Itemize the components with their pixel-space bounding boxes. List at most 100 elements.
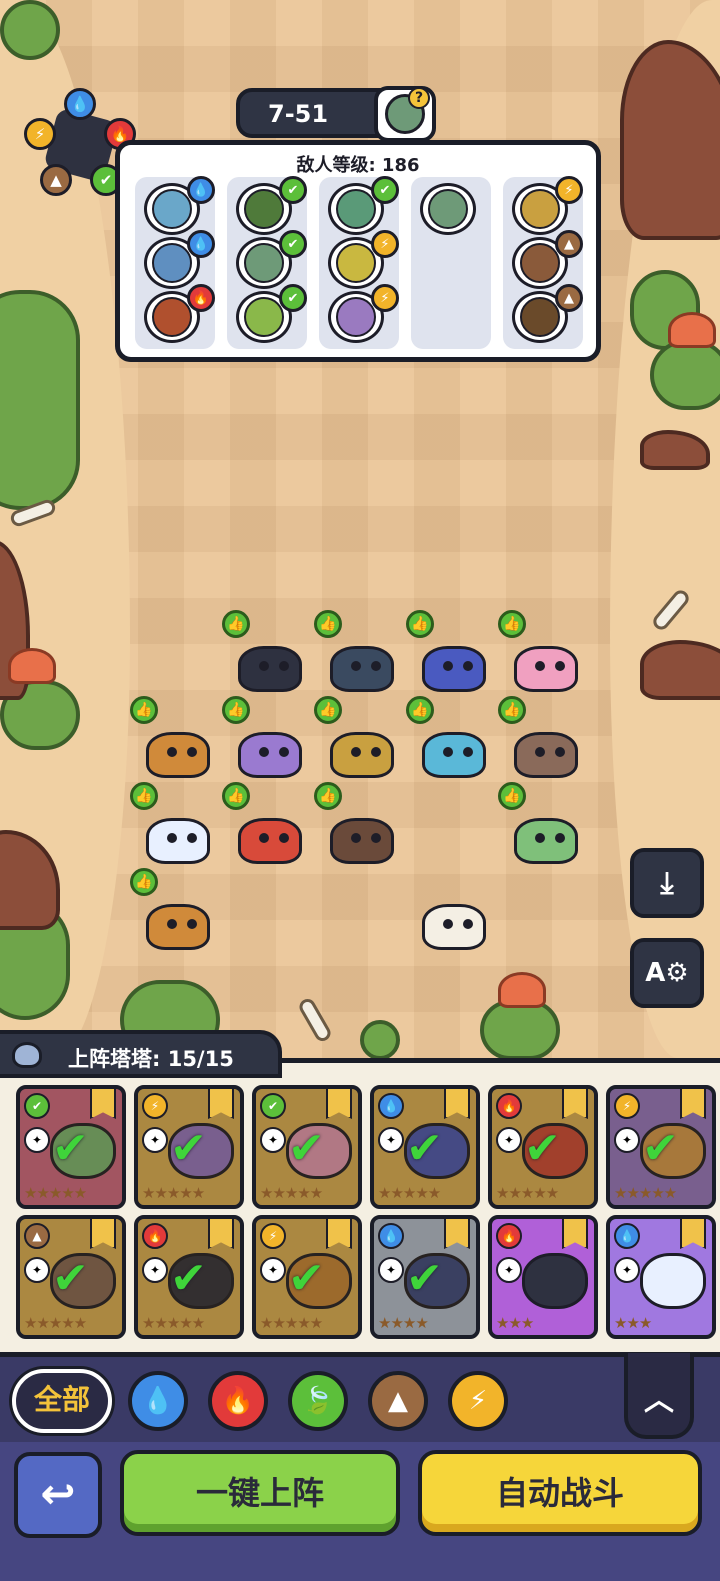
rank-bookmark-icon bbox=[680, 1219, 706, 1249]
deployed-pet[interactable] bbox=[232, 806, 308, 864]
pet-card[interactable]: 🔥 ✦ ★★★★★ ✔ bbox=[488, 1085, 598, 1209]
grass-element-icon: ✔ bbox=[279, 176, 307, 204]
pet-class-icon: ✦ bbox=[142, 1127, 168, 1153]
deployed-pet[interactable] bbox=[324, 720, 400, 778]
deployed-pet[interactable] bbox=[324, 634, 400, 692]
pet-eye bbox=[351, 747, 361, 757]
enemy-portrait[interactable]: 💧 bbox=[144, 176, 215, 235]
auto-battle-button[interactable]: 自动战斗 bbox=[418, 1450, 702, 1536]
deployed-pet[interactable] bbox=[324, 806, 400, 864]
back-button[interactable]: ↩ bbox=[14, 1452, 102, 1538]
zombie-face-icon bbox=[336, 189, 376, 229]
pet-card[interactable]: ▲ ✦ ★★★★★ ✔ bbox=[16, 1215, 126, 1339]
pet-card[interactable]: ✔ ✦ ★★★★★ ✔ bbox=[252, 1085, 362, 1209]
enemy-portrait[interactable]: 🔥 bbox=[144, 284, 215, 343]
pet-class-icon: ✦ bbox=[496, 1127, 522, 1153]
pet-card[interactable]: 🔥 ✦ ★★★ bbox=[488, 1215, 598, 1339]
boss-preview-button[interactable]: ? bbox=[374, 86, 436, 142]
star-rating: ★★★★★ bbox=[614, 1184, 677, 1202]
enemy-column: 💧 💧 🔥 bbox=[135, 176, 215, 349]
rank-bookmark-icon bbox=[444, 1219, 470, 1249]
deployed-pet[interactable] bbox=[508, 720, 584, 778]
rank-bookmark-icon bbox=[562, 1089, 588, 1119]
deployed-pet[interactable] bbox=[232, 720, 308, 778]
pet-card[interactable]: ⚡ ✦ ★★★★★ ✔ bbox=[606, 1085, 716, 1209]
thunder-element-icon: ⚡ bbox=[260, 1223, 286, 1249]
deployed-pet[interactable] bbox=[508, 806, 584, 864]
stage-indicator: 7-51 ? bbox=[236, 86, 436, 142]
enemy-portrait[interactable]: ✔ bbox=[236, 176, 307, 235]
earth-element-icon: ▲ bbox=[555, 284, 583, 312]
enemy-portrait[interactable]: ✔ bbox=[236, 284, 307, 343]
flower-decoration bbox=[668, 312, 716, 348]
deployed-pet[interactable] bbox=[508, 634, 584, 692]
pet-card[interactable]: 🔥 ✦ ★★★★★ ✔ bbox=[134, 1215, 244, 1339]
deployed-pet[interactable] bbox=[140, 720, 216, 778]
fire-element-icon: 🔥 bbox=[187, 284, 215, 312]
deployed-pet[interactable] bbox=[416, 634, 492, 692]
element-filter-bar: 全部 💧 🔥 🍃 ▲ ⚡ ︿ bbox=[0, 1352, 720, 1442]
enemy-portrait[interactable]: ▲ bbox=[512, 284, 583, 343]
pet-eye bbox=[555, 661, 565, 671]
enemy-portrait[interactable]: 💧 bbox=[144, 230, 215, 289]
star-rating: ★★★ bbox=[496, 1314, 534, 1332]
zombie-face-icon bbox=[152, 297, 192, 337]
water-element-icon: 💧 bbox=[378, 1093, 404, 1119]
pet-eye bbox=[535, 833, 545, 843]
pet-card[interactable]: ⚡ ✦ ★★★★★ ✔ bbox=[252, 1215, 362, 1339]
pet-portrait bbox=[640, 1253, 706, 1309]
save-formation-button[interactable]: ⤓ bbox=[630, 848, 704, 918]
enemy-portrait[interactable] bbox=[420, 183, 476, 235]
enemy-portrait[interactable]: ✔ bbox=[236, 230, 307, 289]
pet-eye bbox=[279, 661, 289, 671]
deployed-pet[interactable] bbox=[232, 634, 308, 692]
pet-sprite bbox=[238, 732, 302, 778]
enemy-portrait[interactable]: ⚡ bbox=[328, 284, 399, 343]
deployed-check-icon: ✔ bbox=[288, 1253, 325, 1304]
earth-element-icon: ▲ bbox=[40, 164, 72, 196]
earth-element-icon: ▲ bbox=[555, 230, 583, 258]
thumbs-up-icon: 👍 bbox=[498, 696, 526, 724]
filter-earth-button[interactable]: ▲ bbox=[368, 1371, 428, 1431]
rank-bookmark-icon bbox=[90, 1219, 116, 1249]
pet-card[interactable]: ⚡ ✦ ★★★★★ ✔ bbox=[134, 1085, 244, 1209]
filter-all-button[interactable]: 全部 bbox=[12, 1369, 112, 1433]
deployed-pet[interactable] bbox=[416, 892, 492, 950]
zombie-face-icon bbox=[244, 243, 284, 283]
enemy-column: ✔ ✔ ✔ bbox=[227, 176, 307, 349]
enemy-portrait[interactable]: ✔ bbox=[328, 176, 399, 235]
pet-card[interactable]: 💧 ✦ ★★★ bbox=[606, 1215, 716, 1339]
pet-card[interactable]: ✔ ✦ ★★★★★ ✔ bbox=[16, 1085, 126, 1209]
pet-card[interactable]: 💧 ✦ ★★★★ ✔ bbox=[370, 1215, 480, 1339]
water-element-icon: 💧 bbox=[64, 88, 96, 120]
filter-fire-button[interactable]: 🔥 bbox=[208, 1371, 268, 1431]
pet-eye bbox=[279, 833, 289, 843]
pet-class-icon: ✦ bbox=[496, 1257, 522, 1283]
filter-thunder-button[interactable]: ⚡ bbox=[448, 1371, 508, 1431]
cactus-decoration bbox=[0, 0, 60, 60]
filter-grass-button[interactable]: 🍃 bbox=[288, 1371, 348, 1431]
thumbs-up-icon: 👍 bbox=[498, 782, 526, 810]
pet-eye bbox=[443, 661, 453, 671]
grass-element-icon: ✔ bbox=[24, 1093, 50, 1119]
deployed-pet[interactable] bbox=[416, 720, 492, 778]
pet-class-icon: ✦ bbox=[378, 1257, 404, 1283]
pet-sprite bbox=[146, 732, 210, 778]
pet-eye bbox=[351, 661, 361, 671]
enemy-portrait[interactable]: ▲ bbox=[512, 230, 583, 289]
enemy-column: ✔ ⚡ ⚡ bbox=[319, 176, 399, 349]
collapse-panel-button[interactable]: ︿ bbox=[624, 1353, 694, 1439]
deployed-pet[interactable] bbox=[140, 892, 216, 950]
enemy-portrait[interactable]: ⚡ bbox=[328, 230, 399, 289]
one-click-deploy-button[interactable]: 一键上阵 bbox=[120, 1450, 400, 1536]
pet-eye bbox=[555, 747, 565, 757]
enemy-column: ⚡ ▲ ▲ bbox=[503, 176, 583, 349]
deployed-pet[interactable] bbox=[140, 806, 216, 864]
filter-water-button[interactable]: 💧 bbox=[128, 1371, 188, 1431]
zombie-face-icon bbox=[336, 243, 376, 283]
pet-eye bbox=[463, 747, 473, 757]
pet-card[interactable]: 💧 ✦ ★★★★★ ✔ bbox=[370, 1085, 480, 1209]
enemy-portrait[interactable]: ⚡ bbox=[512, 176, 583, 235]
auto-settings-button[interactable]: A⚙ bbox=[630, 938, 704, 1008]
pet-sprite bbox=[238, 818, 302, 864]
